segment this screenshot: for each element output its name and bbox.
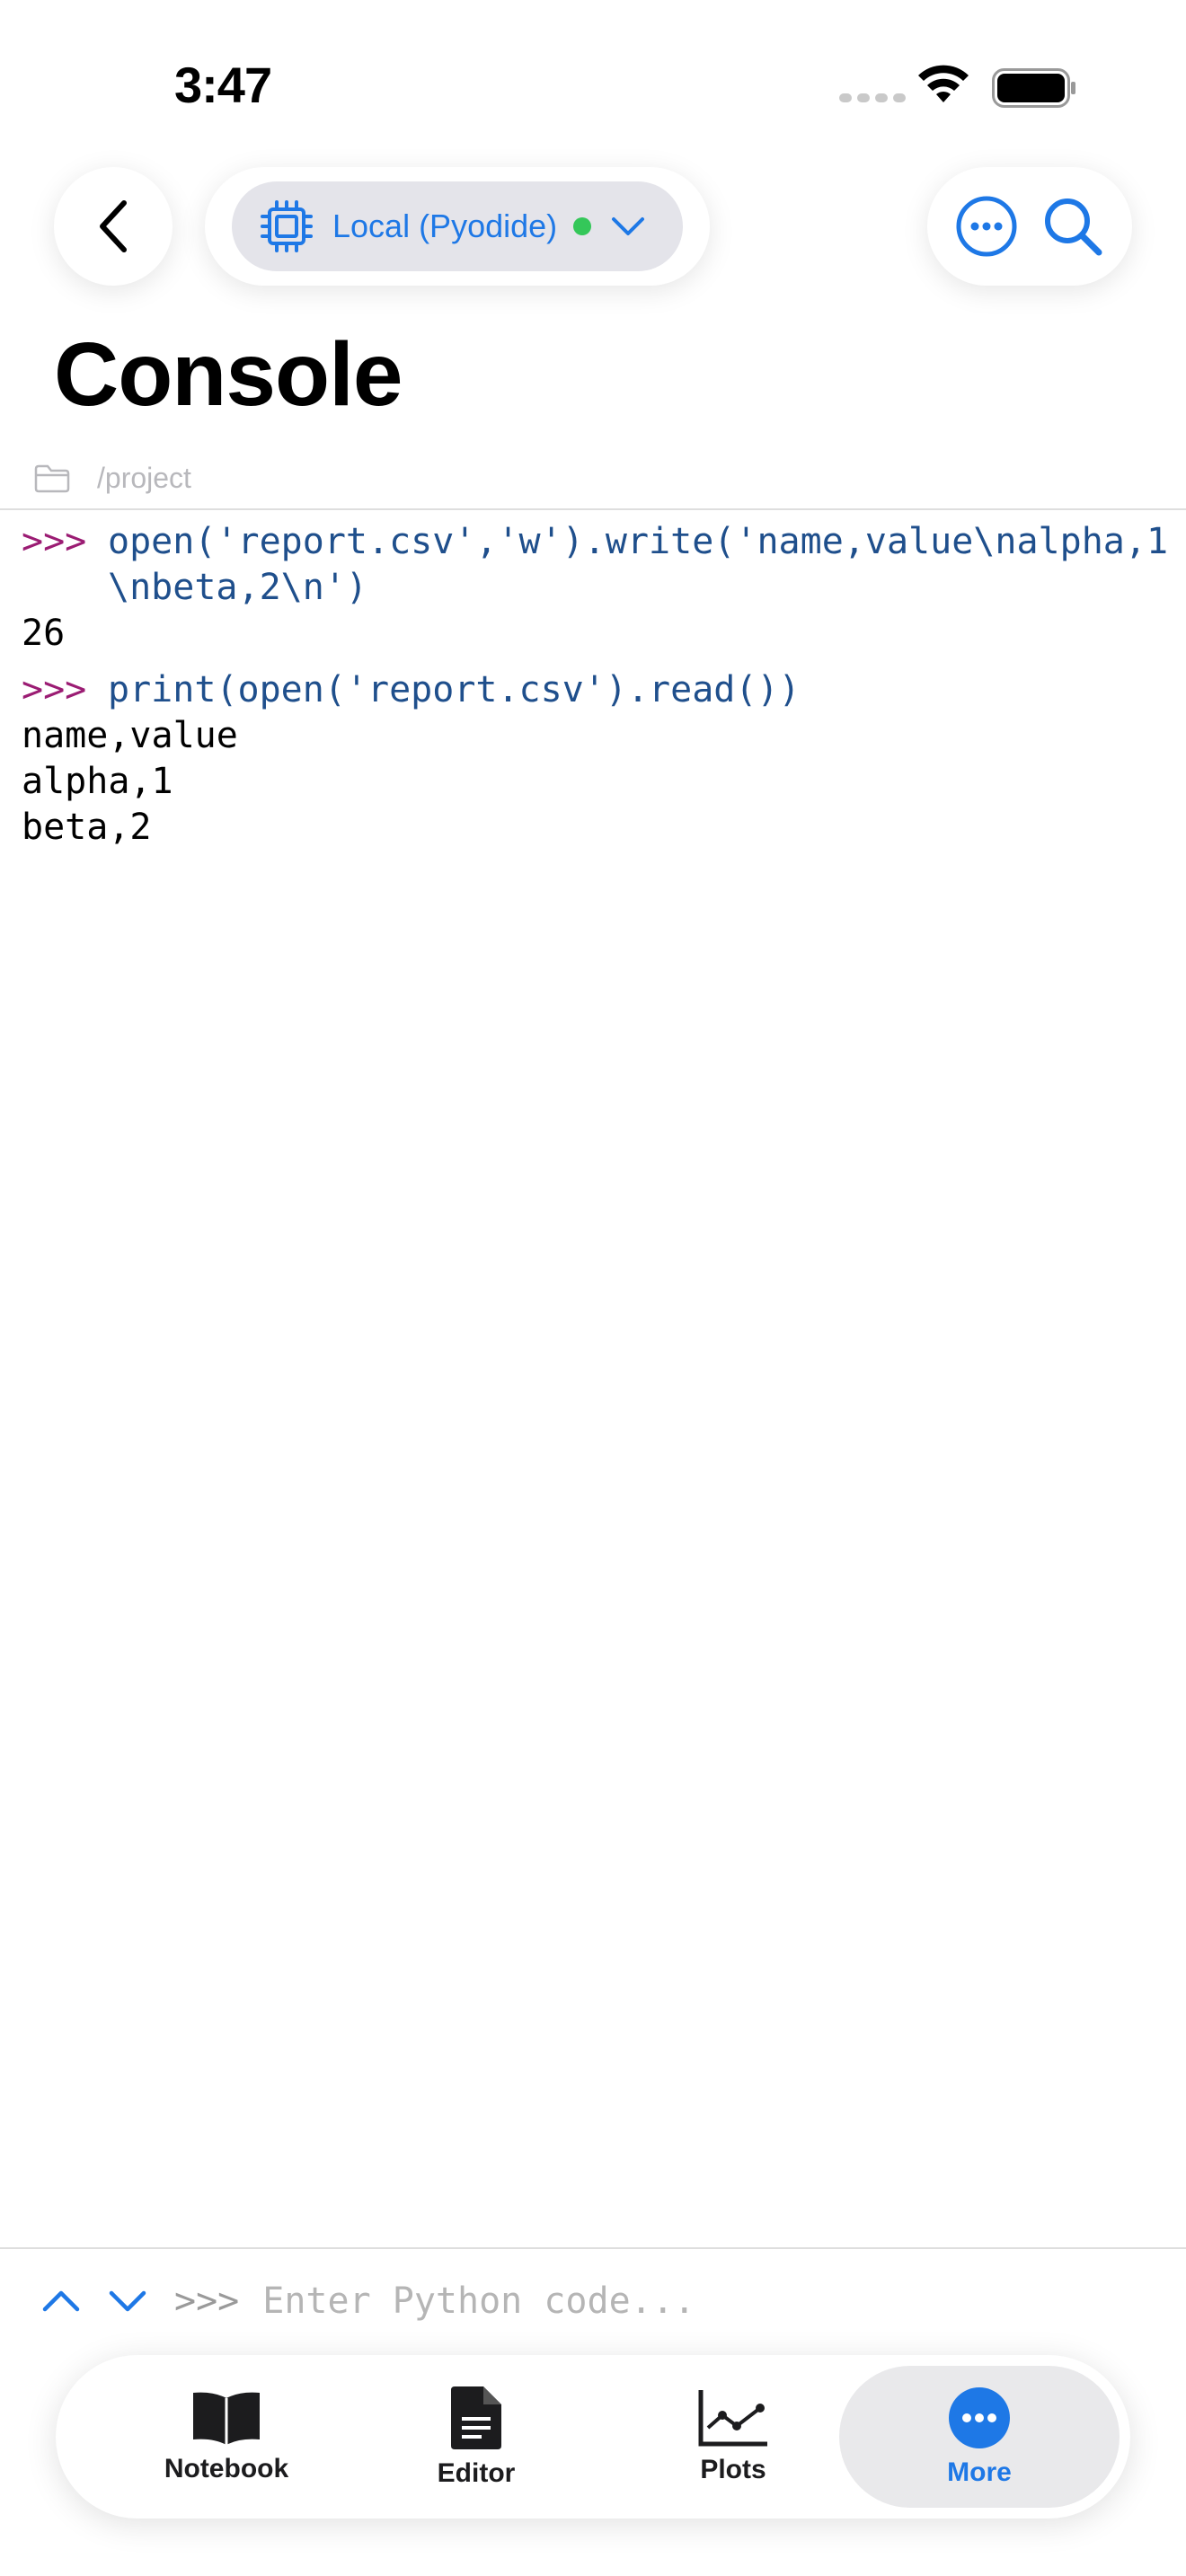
document-icon xyxy=(451,2386,501,2449)
console-input: open('report.csv','w').write('name,value… xyxy=(108,521,1169,608)
back-button[interactable] xyxy=(54,167,173,286)
tab-label: Plots xyxy=(700,2455,766,2484)
kernel-label: Local (Pyodide) xyxy=(332,207,558,244)
search-icon[interactable] xyxy=(1041,195,1104,258)
kernel-selector-container: Local (Pyodide) xyxy=(205,167,710,286)
chevron-up-icon xyxy=(42,2290,80,2312)
cellular-signal-icon xyxy=(839,93,906,102)
tab-editor[interactable]: Editor xyxy=(350,2366,602,2508)
input-prompt: >>> xyxy=(174,2280,240,2322)
tab-more[interactable]: More xyxy=(839,2366,1120,2508)
actions-group xyxy=(927,167,1132,286)
kernel-selector[interactable]: Local (Pyodide) xyxy=(232,181,683,271)
history-up-button[interactable] xyxy=(34,2274,88,2328)
page-title: Console xyxy=(54,324,403,425)
working-directory[interactable]: /project xyxy=(34,462,191,495)
code-input[interactable] xyxy=(262,2280,1072,2322)
ellipsis-circle-icon xyxy=(949,2387,1010,2448)
path-label: /project xyxy=(97,462,191,494)
ellipsis-circle-icon[interactable] xyxy=(955,195,1018,258)
console-input: print(open('report.csv').read()) xyxy=(108,669,801,710)
console-output: >>> open('report.csv','w').write('name,v… xyxy=(22,519,1172,851)
divider xyxy=(0,508,1186,510)
tab-label: Notebook xyxy=(164,2454,289,2483)
chevron-left-icon xyxy=(100,200,127,252)
tab-plots[interactable]: Plots xyxy=(607,2366,859,2508)
prompt: >>> xyxy=(22,669,87,710)
console-input-line: >>> print(open('report.csv').read()) xyxy=(22,667,1172,713)
chevron-down-icon xyxy=(109,2290,146,2312)
wifi-icon xyxy=(918,65,969,102)
console-input-bar: >>> xyxy=(0,2249,1186,2353)
console-output-text: name,value alpha,1 beta,2 xyxy=(22,715,238,848)
tab-label: More xyxy=(947,2457,1012,2487)
console-input-line: >>> open('report.csv','w').write('name,v… xyxy=(22,519,1172,611)
cpu-icon xyxy=(261,200,313,252)
console-output-text: 26 xyxy=(22,613,66,654)
kernel-status-dot xyxy=(573,217,592,235)
tab-bar: Notebook Editor Plots More xyxy=(56,2355,1130,2519)
folder-icon xyxy=(34,464,70,492)
tab-label: Editor xyxy=(437,2458,516,2488)
chart-line-icon xyxy=(698,2390,767,2447)
prompt: >>> xyxy=(22,521,87,562)
book-icon xyxy=(193,2392,260,2445)
history-down-button[interactable] xyxy=(101,2274,155,2328)
battery-icon xyxy=(992,68,1075,108)
tab-notebook[interactable]: Notebook xyxy=(101,2366,352,2508)
chevron-down-icon xyxy=(612,217,645,235)
status-time: 3:47 xyxy=(174,57,272,113)
